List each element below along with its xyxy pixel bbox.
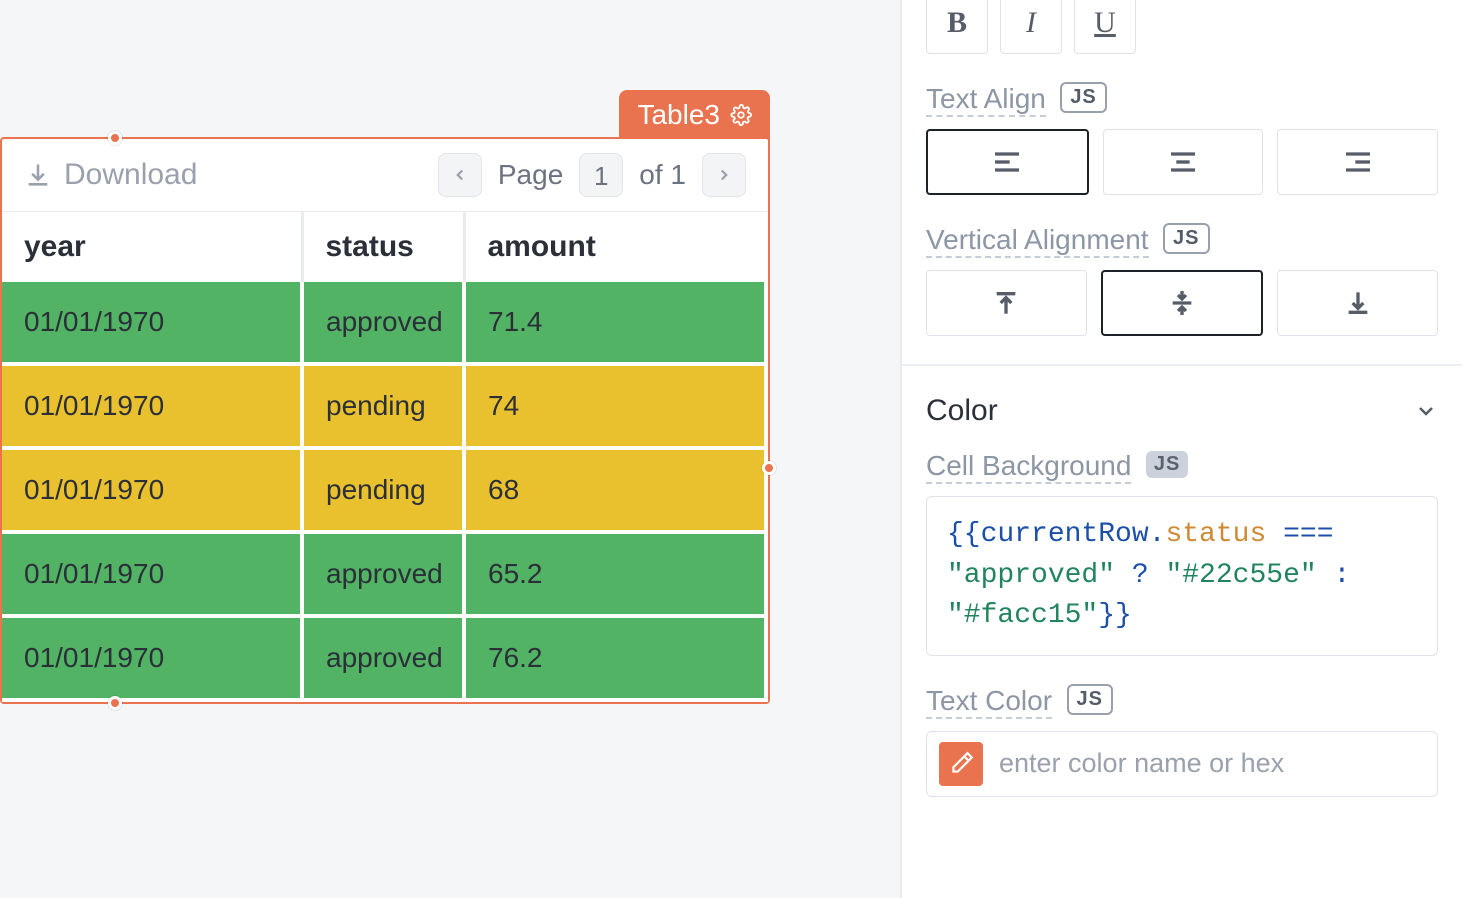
table-cell-amount[interactable]: 74 bbox=[464, 364, 766, 448]
pager-label: Page bbox=[498, 159, 563, 191]
emphasis-group: B I U bbox=[926, 0, 1438, 54]
download-label: Download bbox=[64, 158, 197, 192]
download-button[interactable]: Download bbox=[24, 158, 197, 192]
chevron-right-icon bbox=[715, 166, 733, 184]
vertical-align-group: Vertical Alignment JS bbox=[926, 223, 1438, 336]
table-cell-status[interactable]: pending bbox=[302, 448, 464, 532]
table-toolbar: Download Page 1 of 1 bbox=[2, 139, 768, 212]
italic-button[interactable]: I bbox=[1000, 0, 1062, 54]
table-frame[interactable]: Download Page 1 of 1 bbox=[0, 137, 770, 704]
text-align-group: Text Align JS bbox=[926, 82, 1438, 195]
pager-next-button[interactable] bbox=[702, 153, 746, 197]
color-section-header[interactable]: Color bbox=[926, 394, 1438, 428]
table-cell-year[interactable]: 01/01/1970 bbox=[2, 532, 302, 616]
text-align-right-button[interactable] bbox=[1277, 129, 1438, 195]
table-cell-year[interactable]: 01/01/1970 bbox=[2, 282, 302, 364]
pager-current-page[interactable]: 1 bbox=[579, 153, 623, 197]
column-header-amount[interactable]: amount bbox=[464, 212, 766, 282]
vertical-align-top-button[interactable] bbox=[926, 270, 1087, 336]
download-icon bbox=[24, 161, 52, 189]
pager-prev-button[interactable] bbox=[438, 153, 482, 197]
table-row[interactable]: 01/01/1970approved71.4 bbox=[2, 282, 766, 364]
chevron-down-icon bbox=[1414, 399, 1438, 423]
table-cell-status[interactable]: approved bbox=[302, 532, 464, 616]
cell-background-group: Cell Background JS {{currentRow.status =… bbox=[926, 450, 1438, 656]
table-row[interactable]: 01/01/1970pending68 bbox=[2, 448, 766, 532]
text-color-placeholder: enter color name or hex bbox=[999, 748, 1284, 779]
text-color-group: Text Color JS enter color name or hex bbox=[926, 684, 1438, 797]
valign-middle-icon bbox=[1166, 287, 1198, 319]
chevron-left-icon bbox=[451, 166, 469, 184]
table-cell-amount[interactable]: 71.4 bbox=[464, 282, 766, 364]
align-left-icon bbox=[991, 146, 1023, 178]
table-cell-status[interactable]: pending bbox=[302, 364, 464, 448]
gear-icon bbox=[730, 104, 752, 126]
resize-handle-right[interactable] bbox=[762, 461, 776, 475]
table-cell-amount[interactable]: 65.2 bbox=[464, 532, 766, 616]
section-divider bbox=[902, 364, 1462, 366]
js-badge[interactable]: JS bbox=[1060, 82, 1106, 113]
color-section-title: Color bbox=[926, 394, 998, 428]
text-color-input[interactable]: enter color name or hex bbox=[926, 731, 1438, 797]
vertical-align-middle-button[interactable] bbox=[1101, 270, 1264, 336]
underline-button[interactable]: U bbox=[1074, 0, 1136, 54]
table-cell-year[interactable]: 01/01/1970 bbox=[2, 364, 302, 448]
cell-background-label: Cell Background bbox=[926, 450, 1131, 484]
pager: Page 1 of 1 bbox=[438, 153, 746, 197]
eyedropper-icon bbox=[948, 751, 974, 777]
table-cell-year[interactable]: 01/01/1970 bbox=[2, 616, 302, 700]
table-row[interactable]: 01/01/1970approved65.2 bbox=[2, 532, 766, 616]
data-table: year status amount 01/01/1970approved71.… bbox=[2, 212, 768, 702]
column-header-status[interactable]: status bbox=[302, 212, 464, 282]
text-align-center-button[interactable] bbox=[1103, 129, 1264, 195]
text-color-label: Text Color bbox=[926, 685, 1052, 719]
table-cell-amount[interactable]: 68 bbox=[464, 448, 766, 532]
table-widget: Table3 Download Page 1 of 1 bbox=[0, 137, 770, 704]
table-row[interactable]: 01/01/1970approved76.2 bbox=[2, 616, 766, 700]
js-badge[interactable]: JS bbox=[1163, 223, 1209, 254]
table-cell-year[interactable]: 01/01/1970 bbox=[2, 448, 302, 532]
cell-background-expression-input[interactable]: {{currentRow.status === "approved" ? "#2… bbox=[926, 496, 1438, 656]
column-header-year[interactable]: year bbox=[2, 212, 302, 282]
valign-bottom-icon bbox=[1342, 287, 1374, 319]
vertical-align-bottom-button[interactable] bbox=[1277, 270, 1438, 336]
resize-handle-top[interactable] bbox=[108, 131, 122, 145]
bold-button[interactable]: B bbox=[926, 0, 988, 54]
widget-name-label: Table3 bbox=[637, 99, 720, 131]
eyedropper-swatch[interactable] bbox=[939, 742, 983, 786]
properties-panel: B I U Text Align JS bbox=[900, 0, 1472, 898]
table-cell-status[interactable]: approved bbox=[302, 282, 464, 364]
align-center-icon bbox=[1167, 146, 1199, 178]
text-align-left-button[interactable] bbox=[926, 129, 1089, 195]
table-row[interactable]: 01/01/1970pending74 bbox=[2, 364, 766, 448]
js-badge[interactable]: JS bbox=[1067, 684, 1113, 715]
vertical-align-label: Vertical Alignment bbox=[926, 224, 1149, 258]
table-header-row: year status amount bbox=[2, 212, 766, 282]
resize-handle-bottom[interactable] bbox=[108, 696, 122, 710]
table-cell-amount[interactable]: 76.2 bbox=[464, 616, 766, 700]
valign-top-icon bbox=[990, 287, 1022, 319]
align-right-icon bbox=[1342, 146, 1374, 178]
widget-name-badge[interactable]: Table3 bbox=[619, 90, 770, 140]
text-align-label: Text Align bbox=[926, 83, 1046, 117]
pager-of-label: of 1 bbox=[639, 159, 686, 191]
table-cell-status[interactable]: approved bbox=[302, 616, 464, 700]
js-badge[interactable]: JS bbox=[1146, 451, 1188, 478]
